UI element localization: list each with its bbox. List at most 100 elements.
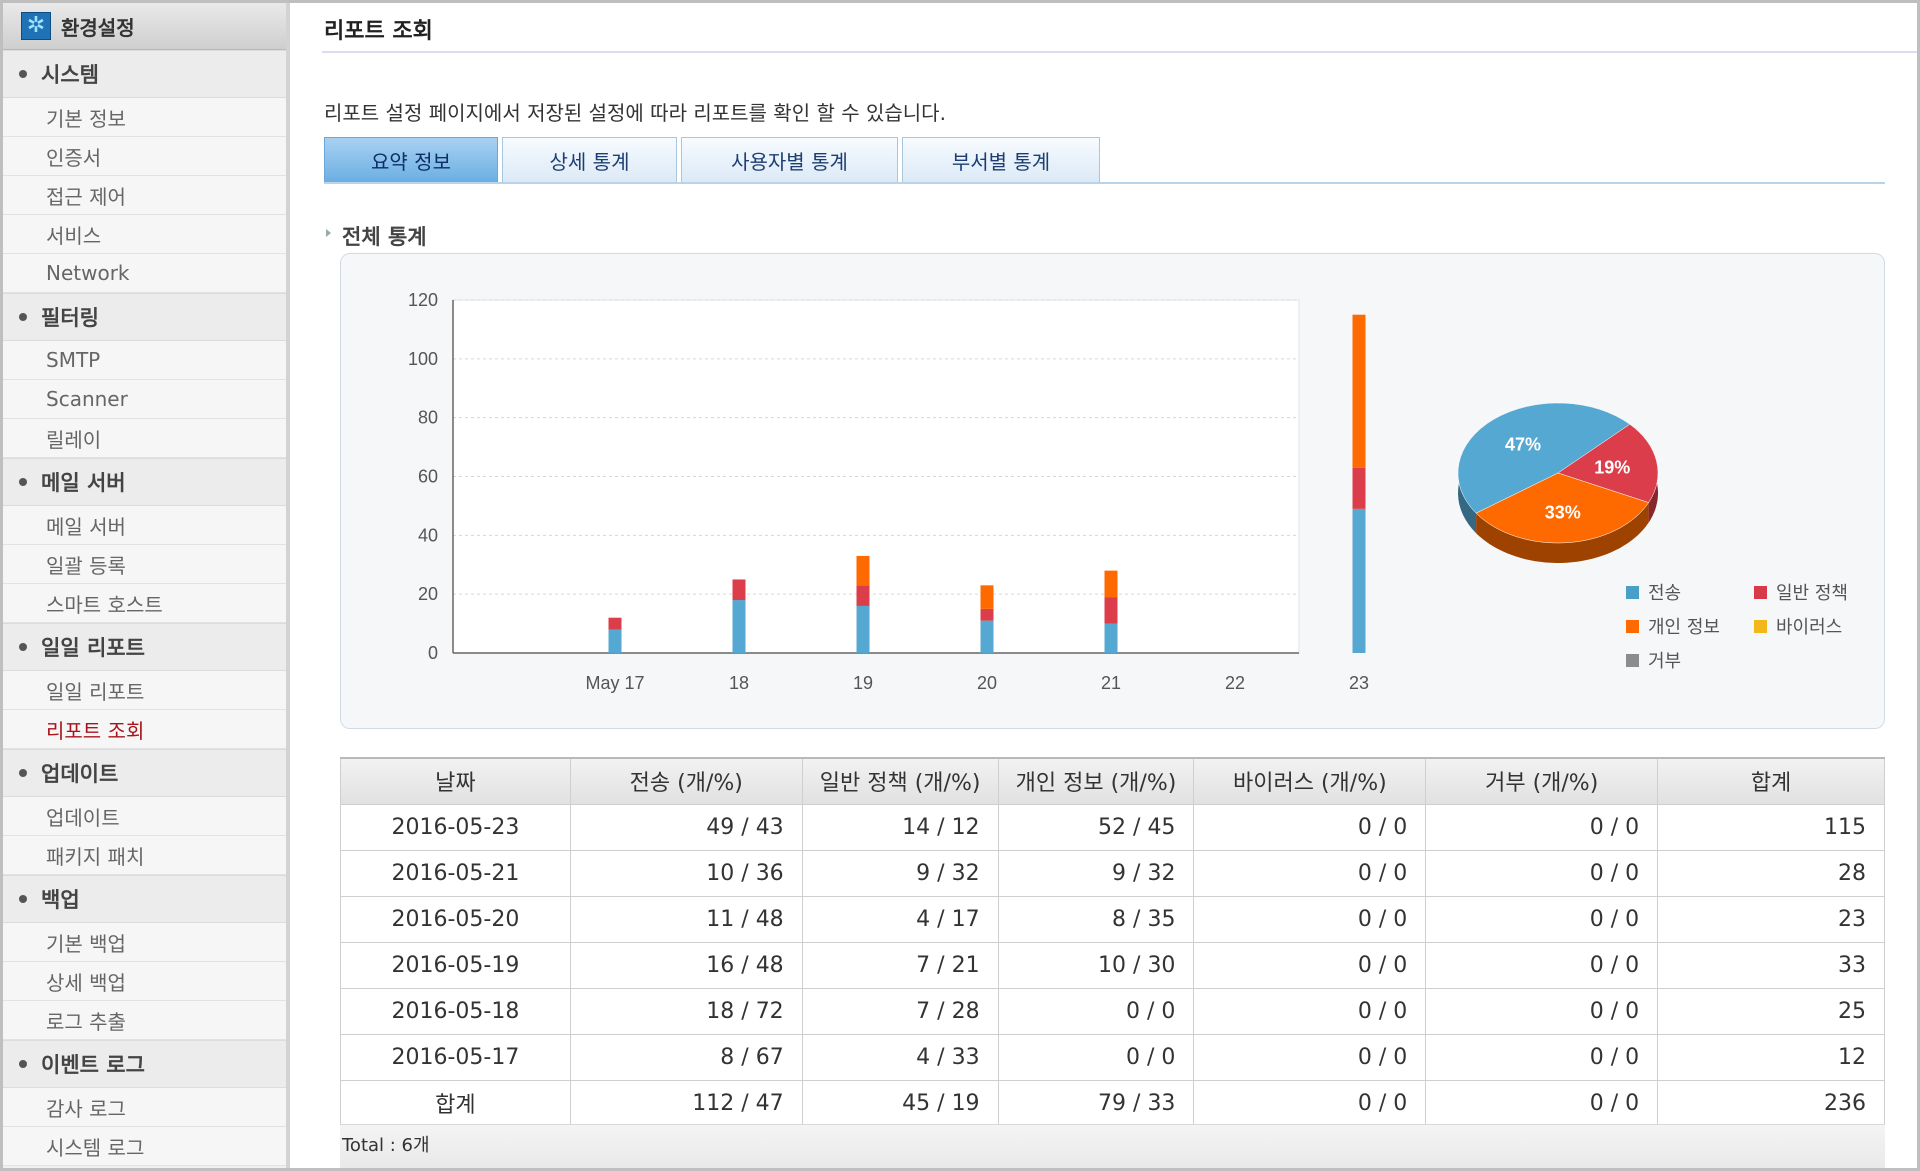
column-header[interactable]: 거부 (개/%) bbox=[1425, 757, 1659, 805]
table-cell: 0 / 0 bbox=[1193, 941, 1427, 989]
chart-panel: 0 20 40 60 80 100 120 May 17 18 19 20 21 22 23 47% 19% 3… bbox=[340, 253, 1885, 729]
section-arrow-icon bbox=[326, 229, 331, 237]
bar-segment bbox=[1104, 597, 1118, 624]
bullet-icon bbox=[19, 70, 27, 78]
sidebar-item[interactable]: 접근 제어 bbox=[3, 176, 286, 215]
sidebar-group-label: 업데이트 bbox=[41, 762, 119, 786]
table-cell: 0 / 0 bbox=[997, 1033, 1195, 1081]
table-cell: 2016-05-17 bbox=[340, 1033, 571, 1081]
y-tick-label: 20 bbox=[418, 584, 438, 604]
table-cell: 236 bbox=[1657, 1079, 1885, 1127]
sidebar-group[interactable]: 메일 서버 bbox=[3, 458, 286, 506]
column-header[interactable]: 날짜 bbox=[340, 757, 571, 805]
tab-divider bbox=[324, 182, 1885, 184]
legend-label: 일반 정책 bbox=[1776, 583, 1848, 604]
table-cell: 4 / 33 bbox=[801, 1033, 999, 1081]
bar-segment bbox=[856, 585, 870, 606]
bar-segment bbox=[1104, 570, 1118, 598]
sidebar-item[interactable]: 감사 로그 bbox=[3, 1088, 286, 1127]
sidebar-item[interactable]: Scanner bbox=[3, 380, 286, 419]
sidebar-item[interactable]: SMTP bbox=[3, 341, 286, 380]
bar-segment bbox=[608, 629, 622, 653]
table-cell: 11 / 48 bbox=[569, 895, 803, 943]
sidebar-item[interactable]: 상세 백업 bbox=[3, 962, 286, 1001]
sidebar-item[interactable]: Network bbox=[3, 254, 286, 293]
tab[interactable]: 부서별 통계 bbox=[902, 137, 1100, 183]
bar-segment bbox=[1104, 623, 1118, 653]
sidebar-group[interactable]: 백업 bbox=[3, 875, 286, 923]
sidebar-group[interactable]: 일일 리포트 bbox=[3, 623, 286, 671]
page-description: 리포트 설정 페이지에서 저장된 설정에 따라 리포트를 확인 할 수 있습니다… bbox=[324, 101, 946, 125]
sidebar-item[interactable]: 기본 정보 bbox=[3, 98, 286, 137]
sidebar-item[interactable]: 로그 추출 bbox=[3, 1001, 286, 1040]
column-header[interactable]: 일반 정책 (개/%) bbox=[801, 757, 999, 805]
legend-label: 거부 bbox=[1648, 651, 1682, 672]
sidebar-item[interactable]: 리포트 조회 bbox=[3, 710, 286, 749]
table-cell: 합계 bbox=[340, 1079, 571, 1127]
legend-swatch bbox=[1626, 653, 1639, 667]
sidebar-item[interactable]: 인증서 bbox=[3, 137, 286, 176]
table-cell: 0 / 0 bbox=[1193, 895, 1427, 943]
table-cell: 0 / 0 bbox=[1425, 849, 1659, 897]
column-header[interactable]: 바이러스 (개/%) bbox=[1193, 757, 1427, 805]
table-sum-row: 합계 112 / 47 45 / 19 79 / 33 0 / 00 / 0 236 bbox=[340, 1079, 1885, 1127]
legend-item: 일반 정책 bbox=[1754, 579, 1848, 605]
table-cell: 8 / 35 bbox=[997, 895, 1195, 943]
sidebar-item[interactable]: 릴레이 bbox=[3, 419, 286, 458]
y-tick-label: 40 bbox=[418, 525, 438, 545]
y-tick-label: 80 bbox=[418, 408, 438, 428]
sidebar-group[interactable]: 이벤트 로그 bbox=[3, 1040, 286, 1088]
bullet-icon bbox=[19, 895, 27, 903]
table-cell: 33 bbox=[1657, 941, 1885, 989]
table-cell: 2016-05-18 bbox=[340, 987, 571, 1035]
tab[interactable]: 사용자별 통계 bbox=[681, 137, 898, 183]
x-tick-label: 19 bbox=[853, 673, 873, 693]
table-cell: 14 / 12 bbox=[801, 803, 999, 851]
sidebar-group[interactable]: 업데이트 bbox=[3, 749, 286, 797]
column-header[interactable]: 개인 정보 (개/%) bbox=[997, 757, 1195, 805]
legend-label: 전송 bbox=[1648, 583, 1682, 604]
sidebar-group[interactable]: 시스템 bbox=[3, 50, 286, 98]
x-tick-label: 20 bbox=[977, 673, 997, 693]
column-header[interactable]: 전송 (개/%) bbox=[569, 757, 803, 805]
page-title: 리포트 조회 bbox=[324, 19, 433, 44]
table-header-row: 날짜 전송 (개/%) 일반 정책 (개/%) 개인 정보 (개/%) 바이러스 (개/… bbox=[340, 757, 1885, 805]
table-cell: 0 / 0 bbox=[1193, 849, 1427, 897]
sidebar-item[interactable]: 시스템 로그 bbox=[3, 1127, 286, 1166]
sidebar-item[interactable]: 스마트 호스트 bbox=[3, 584, 286, 623]
sidebar-item[interactable]: 메일 서버 bbox=[3, 506, 286, 545]
bar-segment bbox=[980, 585, 994, 609]
sidebar-item[interactable]: 일일 리포트 bbox=[3, 671, 286, 710]
table-cell: 115 bbox=[1657, 803, 1885, 851]
bar-segment bbox=[1352, 467, 1366, 509]
table-cell: 10 / 30 bbox=[997, 941, 1195, 989]
sidebar-item[interactable]: 업데이트 bbox=[3, 797, 286, 836]
tab[interactable]: 요약 정보 bbox=[324, 137, 498, 183]
bar-segment bbox=[980, 620, 994, 653]
table-row: 2016-05-17 8 / 67 4 / 33 0 / 00 / 00 / 0 12 bbox=[340, 1033, 1885, 1081]
bar-segment bbox=[980, 608, 994, 621]
y-tick-label: 60 bbox=[418, 467, 438, 487]
sidebar-item[interactable]: 패키지 패치 bbox=[3, 836, 286, 875]
tab[interactable]: 상세 통계 bbox=[502, 137, 677, 183]
table-cell: 18 / 72 bbox=[569, 987, 803, 1035]
table-row: 2016-05-18 18 / 72 7 / 28 0 / 00 / 00 / 0 25 bbox=[340, 987, 1885, 1035]
table-cell: 2016-05-20 bbox=[340, 895, 571, 943]
legend-item: 거부 bbox=[1626, 647, 1681, 673]
table-cell: 12 bbox=[1657, 1033, 1885, 1081]
pie-slice-label: 47% bbox=[1505, 434, 1541, 454]
column-header[interactable]: 합계 bbox=[1657, 757, 1885, 805]
legend-label: 바이러스 bbox=[1776, 617, 1843, 638]
table-cell: 2016-05-21 bbox=[340, 849, 571, 897]
legend-swatch bbox=[1754, 619, 1767, 633]
sidebar-item[interactable]: 서비스 bbox=[3, 215, 286, 254]
bar-segment bbox=[1352, 508, 1366, 653]
sidebar-item[interactable]: 기본 백업 bbox=[3, 923, 286, 962]
sidebar-group[interactable]: 필터링 bbox=[3, 293, 286, 341]
table-cell: 28 bbox=[1657, 849, 1885, 897]
stats-table: 날짜 전송 (개/%) 일반 정책 (개/%) 개인 정보 (개/%) 바이러스 (개/… bbox=[340, 757, 1885, 1127]
legend-swatch bbox=[1626, 619, 1639, 633]
sidebar-title: 환경설정 bbox=[61, 15, 135, 40]
sidebar-item[interactable]: 일괄 등록 bbox=[3, 545, 286, 584]
table-row: 2016-05-19 16 / 48 7 / 21 10 / 30 0 / 00 / 0… bbox=[340, 941, 1885, 989]
